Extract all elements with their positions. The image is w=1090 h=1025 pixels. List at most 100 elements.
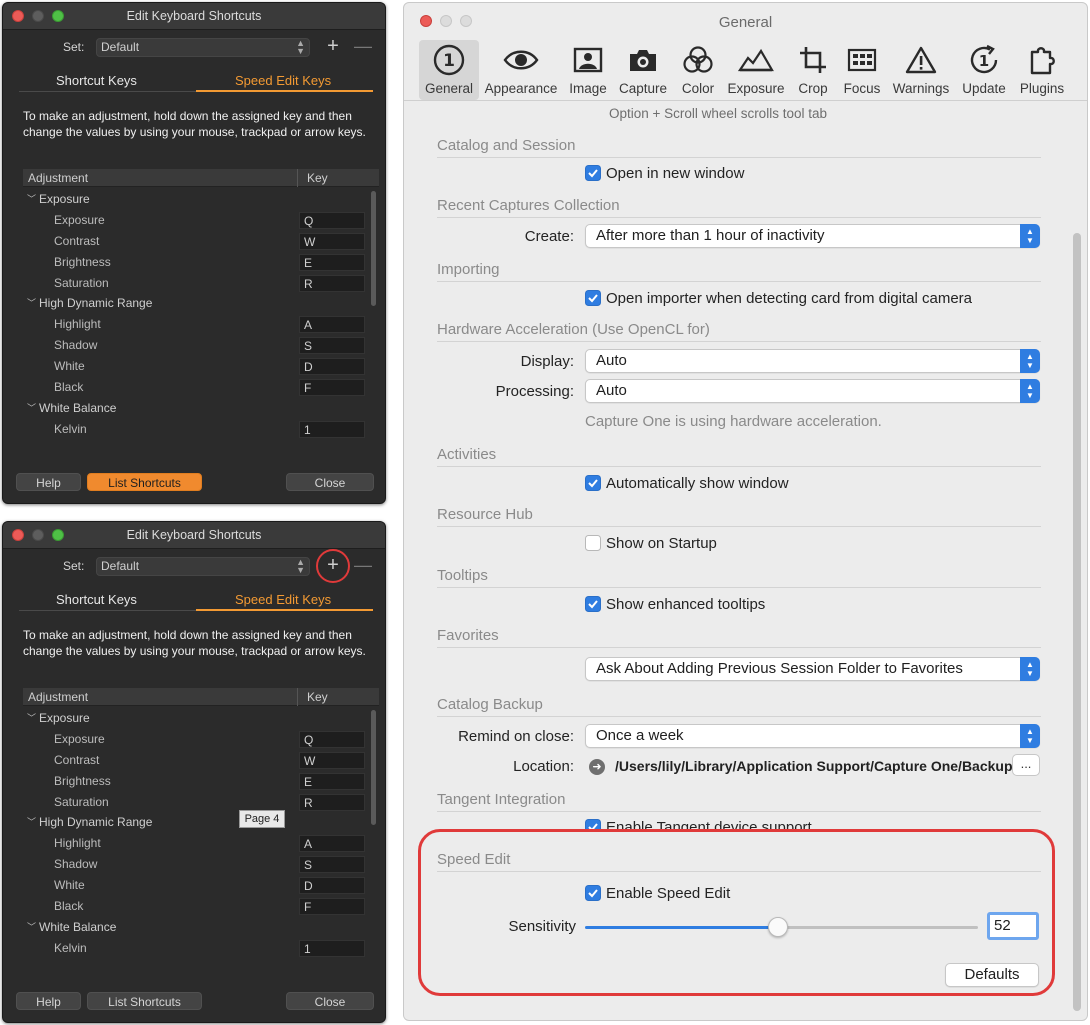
- update-icon: 1: [957, 40, 1011, 80]
- set-label: Set:: [63, 559, 85, 573]
- tab-exposure[interactable]: Exposure: [722, 40, 790, 100]
- table-row[interactable]: Black F: [23, 896, 371, 917]
- key-field[interactable]: 1: [299, 420, 365, 438]
- key-field[interactable]: E: [299, 772, 365, 790]
- remind-popup[interactable]: Once a week ▲ ▼: [585, 724, 1040, 748]
- table-row[interactable]: Shadow S: [23, 335, 371, 356]
- table-row-group[interactable]: ﹀ High Dynamic Range: [23, 293, 371, 314]
- hw-accel-note: Capture One is using hardware accelerati…: [585, 413, 882, 430]
- tab-image[interactable]: Image: [565, 40, 611, 100]
- kb-tabs: Shortcut Keys Speed Edit Keys: [19, 71, 373, 93]
- close-button[interactable]: Close: [286, 473, 374, 491]
- preferences-scrollbar[interactable]: [1073, 233, 1081, 1011]
- favorites-popup[interactable]: Ask About Adding Previous Session Folder…: [585, 657, 1040, 681]
- tab-appearance[interactable]: Appearance: [481, 40, 561, 100]
- table-row[interactable]: Highlight A: [23, 833, 371, 854]
- close-button[interactable]: Close: [286, 992, 374, 1010]
- show-on-startup-checkbox[interactable]: [585, 535, 601, 551]
- tab-color[interactable]: Color: [675, 40, 721, 100]
- tab-plugins[interactable]: Plugins: [1014, 40, 1070, 100]
- close-window-button[interactable]: [12, 529, 24, 541]
- key-field[interactable]: 1: [299, 939, 365, 957]
- table-row[interactable]: White D: [23, 875, 371, 896]
- zoom-window-button[interactable]: [52, 529, 64, 541]
- table-row[interactable]: Brightness E: [23, 252, 371, 273]
- key-field[interactable]: D: [299, 358, 365, 376]
- list-shortcuts-button[interactable]: List Shortcuts: [87, 992, 202, 1010]
- table-row-group[interactable]: ﹀ High Dynamic Range: [23, 812, 371, 833]
- remove-set-button[interactable]: —: [354, 36, 372, 57]
- table-row[interactable]: Contrast W: [23, 231, 371, 252]
- add-set-button[interactable]: +: [323, 35, 343, 58]
- table-row[interactable]: Black F: [23, 377, 371, 398]
- table-row[interactable]: White D: [23, 356, 371, 377]
- tab-update[interactable]: 1 Update: [957, 40, 1011, 100]
- table-row[interactable]: Brightness E: [23, 771, 371, 792]
- help-button[interactable]: Help: [16, 992, 81, 1010]
- close-window-button[interactable]: [12, 10, 24, 22]
- tab-crop[interactable]: Crop: [793, 40, 833, 100]
- disclosure-triangle-icon[interactable]: ﹀: [27, 917, 36, 937]
- display-popup[interactable]: Auto ▲ ▼: [585, 349, 1040, 373]
- key-field[interactable]: Q: [299, 730, 365, 748]
- table-row[interactable]: Kelvin 1: [23, 419, 371, 440]
- key-field[interactable]: D: [299, 877, 365, 895]
- open-new-window-checkbox[interactable]: [585, 165, 601, 181]
- table-row[interactable]: Saturation R: [23, 792, 371, 813]
- tab-focus[interactable]: Focus: [839, 40, 885, 100]
- tab-capture[interactable]: Capture: [616, 40, 670, 100]
- zoom-window-button[interactable]: [52, 10, 64, 22]
- key-field[interactable]: S: [299, 856, 365, 874]
- disclosure-triangle-icon[interactable]: ﹀: [27, 293, 36, 313]
- arrow-right-icon[interactable]: ➜: [589, 759, 605, 775]
- set-select-value: Default: [101, 559, 140, 573]
- table-row[interactable]: Exposure Q: [23, 729, 371, 750]
- table-row-group[interactable]: ﹀ Exposure: [23, 708, 371, 729]
- set-select[interactable]: Default ▲ ▼: [96, 38, 310, 57]
- enhanced-tooltips-checkbox[interactable]: [585, 596, 601, 612]
- table-row[interactable]: Shadow S: [23, 854, 371, 875]
- table-row[interactable]: Kelvin 1: [23, 938, 371, 959]
- key-field[interactable]: A: [299, 835, 365, 853]
- auto-show-window-checkbox[interactable]: [585, 475, 601, 491]
- key-field[interactable]: A: [299, 316, 365, 334]
- table-row-group[interactable]: ﹀ Exposure: [23, 189, 371, 210]
- create-popup[interactable]: After more than 1 hour of inactivity ▲ ▼: [585, 224, 1040, 248]
- open-importer-checkbox[interactable]: [585, 290, 601, 306]
- key-field[interactable]: W: [299, 232, 365, 250]
- key-field[interactable]: W: [299, 751, 365, 769]
- remove-set-button[interactable]: —: [354, 555, 372, 576]
- key-field[interactable]: R: [299, 274, 365, 292]
- processing-popup[interactable]: Auto ▲ ▼: [585, 379, 1040, 403]
- choose-location-button[interactable]: ...: [1012, 754, 1040, 776]
- table-row[interactable]: Highlight A: [23, 314, 371, 335]
- table-row[interactable]: Contrast W: [23, 750, 371, 771]
- disclosure-triangle-icon[interactable]: ﹀: [27, 398, 36, 418]
- table-row-group[interactable]: ﹀ White Balance: [23, 398, 371, 419]
- tab-speed-edit-keys[interactable]: Speed Edit Keys: [235, 73, 331, 88]
- table-row[interactable]: Saturation R: [23, 273, 371, 294]
- tab-speed-edit-keys[interactable]: Speed Edit Keys: [235, 592, 331, 607]
- tab-shortcut-keys[interactable]: Shortcut Keys: [56, 73, 137, 88]
- table-row-group[interactable]: ﹀ White Balance: [23, 917, 371, 938]
- key-field[interactable]: F: [299, 898, 365, 916]
- tab-shortcut-keys[interactable]: Shortcut Keys: [56, 592, 137, 607]
- minimize-window-button[interactable]: [32, 10, 44, 22]
- set-select[interactable]: Default ▲ ▼: [96, 557, 310, 576]
- list-shortcuts-button[interactable]: List Shortcuts: [87, 473, 202, 491]
- disclosure-triangle-icon[interactable]: ﹀: [27, 812, 36, 832]
- tab-general[interactable]: 1 General: [419, 40, 479, 100]
- disclosure-triangle-icon[interactable]: ﹀: [27, 708, 36, 728]
- disclosure-triangle-icon[interactable]: ﹀: [27, 189, 36, 209]
- key-field[interactable]: E: [299, 253, 365, 271]
- key-field[interactable]: S: [299, 337, 365, 355]
- key-field[interactable]: R: [299, 793, 365, 811]
- table-scrollbar[interactable]: [371, 710, 376, 825]
- key-field[interactable]: Q: [299, 211, 365, 229]
- table-row[interactable]: Exposure Q: [23, 210, 371, 231]
- key-field[interactable]: F: [299, 379, 365, 397]
- help-button[interactable]: Help: [16, 473, 81, 491]
- minimize-window-button[interactable]: [32, 529, 44, 541]
- table-scrollbar[interactable]: [371, 191, 376, 306]
- tab-warnings[interactable]: Warnings: [889, 40, 953, 100]
